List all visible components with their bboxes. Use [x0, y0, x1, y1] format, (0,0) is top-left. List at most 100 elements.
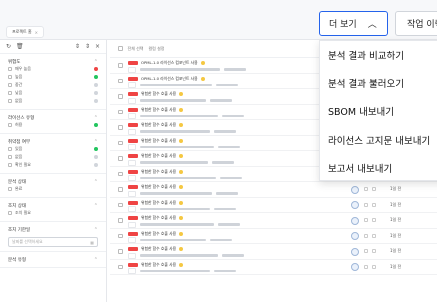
- action-icon[interactable]: [372, 187, 376, 191]
- row-checkbox[interactable]: [118, 202, 123, 207]
- chevron-up-icon[interactable]: ⌃: [94, 203, 98, 209]
- trash-icon[interactable]: 🗑: [16, 43, 24, 50]
- row-checkbox[interactable]: [118, 264, 123, 269]
- severity-tag: [128, 216, 138, 220]
- checkbox[interactable]: [8, 147, 12, 151]
- action-icon[interactable]: [372, 218, 376, 222]
- row-checkbox[interactable]: [118, 125, 123, 130]
- app-window: 프로젝트 홈 × ↻ 🗑 ⇕ ⇕ × 위험도 ⌃ 매우 높음 높음 중간 낮음 없…: [0, 0, 437, 302]
- table-row[interactable]: 위험한 함수 호출 사용 1일 전: [110, 213, 437, 229]
- filter-option[interactable]: 중간: [8, 81, 98, 89]
- filter-option[interactable]: 매우 높음: [8, 65, 98, 73]
- row-checkbox[interactable]: [118, 63, 123, 68]
- expand-icon[interactable]: ⇕: [75, 43, 80, 50]
- checkbox[interactable]: [8, 163, 12, 167]
- filter-option[interactable]: 있음: [8, 145, 98, 153]
- menu-item-import[interactable]: 분석 결과 불러오기: [320, 69, 437, 97]
- calendar-icon[interactable]: ▦: [90, 240, 94, 245]
- row-meta: [221, 254, 244, 257]
- filter-option[interactable]: 없음: [8, 153, 98, 161]
- refresh-icon[interactable]: ↻: [6, 43, 11, 50]
- collapse-icon[interactable]: ⇕: [85, 43, 90, 50]
- close-icon[interactable]: ×: [35, 30, 38, 35]
- chevron-up-icon[interactable]: ⌃: [94, 179, 98, 185]
- table-row[interactable]: 위험한 함수 호출 사용 1일 전: [110, 260, 437, 275]
- checkbox[interactable]: [8, 155, 12, 159]
- action-icon[interactable]: [364, 187, 368, 191]
- action-icon[interactable]: [372, 202, 376, 207]
- checkbox[interactable]: [8, 211, 12, 215]
- action-icon[interactable]: [372, 264, 376, 269]
- checkbox[interactable]: [8, 67, 12, 71]
- row-checkbox[interactable]: [118, 171, 123, 176]
- tab-project-home[interactable]: 프로젝트 홈 ×: [6, 26, 45, 38]
- filter-option[interactable]: 완료: [8, 185, 98, 193]
- table-row[interactable]: 위험한 함수 호출 사용 1일 전: [110, 229, 437, 244]
- row-title: OPML-1.0 라이선스 컴포넌트 사용: [141, 75, 198, 81]
- chevron-up-icon[interactable]: ⌃: [94, 115, 98, 121]
- action-icon[interactable]: [364, 249, 368, 253]
- date-picker-input[interactable]: 날짜를 선택하세요 ▦: [8, 237, 98, 247]
- action-icon[interactable]: [372, 249, 376, 253]
- filter-option[interactable]: 조치 필요: [8, 209, 98, 217]
- action-history-button[interactable]: 작업 이력: [395, 11, 437, 36]
- menu-item-license-notice-export[interactable]: 라이선스 고지문 내보내기: [320, 126, 437, 154]
- assignee-avatar[interactable]: [351, 216, 359, 225]
- row-checkbox[interactable]: [118, 78, 123, 83]
- assignee-avatar[interactable]: [351, 201, 359, 209]
- row-checkbox[interactable]: [118, 140, 123, 145]
- action-icon[interactable]: [364, 233, 368, 238]
- chevron-up-icon[interactable]: ⌃: [94, 257, 98, 263]
- assignee-avatar[interactable]: [351, 263, 359, 271]
- filter-option[interactable]: 허용: [8, 121, 98, 129]
- more-button[interactable]: 더 보기 ︿: [319, 11, 388, 36]
- chevron-up-icon[interactable]: ⌃: [94, 59, 98, 65]
- row-checkbox[interactable]: [118, 249, 123, 254]
- action-icon[interactable]: [364, 218, 368, 222]
- row-meta: [213, 130, 236, 133]
- checkbox[interactable]: [8, 91, 12, 95]
- chevron-up-icon[interactable]: ⌃: [94, 139, 98, 145]
- row-checkbox[interactable]: [118, 233, 123, 238]
- close-icon[interactable]: ×: [95, 43, 100, 50]
- assignee-avatar[interactable]: [351, 232, 359, 240]
- chevron-up-icon[interactable]: ⌃: [94, 227, 98, 233]
- row-checkbox[interactable]: [118, 156, 123, 161]
- row-checkbox[interactable]: [118, 218, 123, 223]
- severity-tag: [128, 262, 138, 267]
- row-title: OPML-1.0 라이선스 컴포넌트 사용: [141, 60, 198, 65]
- table-row[interactable]: 위험한 함수 호출 사용 1일 전: [110, 182, 437, 198]
- checkbox[interactable]: [8, 123, 12, 127]
- checkbox[interactable]: [8, 83, 12, 87]
- menu-item-sbom-export[interactable]: SBOM 내보내기: [320, 97, 437, 125]
- filter-option[interactable]: 낮음: [8, 89, 98, 97]
- table-row[interactable]: 위험한 함수 호출 사용 1일 전: [110, 244, 437, 260]
- row-checkbox[interactable]: [118, 187, 123, 192]
- table-row[interactable]: 위험한 함수 호출 사용 1일 전: [110, 198, 437, 213]
- checkbox[interactable]: [8, 187, 12, 191]
- status-dot: [94, 83, 98, 87]
- row-id-tag: [128, 221, 136, 228]
- assignee-avatar[interactable]: [351, 185, 359, 194]
- checkbox[interactable]: [8, 75, 12, 79]
- menu-item-report-export[interactable]: 보고서 내보내기: [320, 154, 437, 182]
- filter-option[interactable]: 없음: [8, 97, 98, 105]
- row-checkbox[interactable]: [118, 94, 123, 99]
- filter-option[interactable]: 높음: [8, 73, 98, 81]
- group-title: 라이선스 유형: [8, 116, 35, 121]
- checkbox[interactable]: [8, 99, 12, 103]
- menu-item-compare[interactable]: 분석 결과 비교하기: [320, 41, 437, 69]
- row-title: 위험한 함수 호출 사용: [141, 215, 177, 220]
- select-all-checkbox[interactable]: [118, 46, 123, 51]
- group-title: 취약점 여부: [8, 140, 31, 145]
- columns-label[interactable]: 컬럼 설정: [149, 46, 165, 52]
- action-icon[interactable]: [364, 202, 368, 207]
- due-text: 1일 전: [390, 186, 402, 191]
- action-icon[interactable]: [364, 264, 368, 269]
- action-icon[interactable]: [372, 233, 376, 238]
- filter-option[interactable]: 확인 필요: [8, 161, 98, 169]
- filter-group-due: 조치 기한일 ⌃ 날짜를 선택하세요 ▦: [0, 222, 106, 252]
- due-text: 1일 전: [390, 232, 402, 238]
- row-checkbox[interactable]: [118, 109, 123, 114]
- assignee-avatar[interactable]: [351, 247, 359, 256]
